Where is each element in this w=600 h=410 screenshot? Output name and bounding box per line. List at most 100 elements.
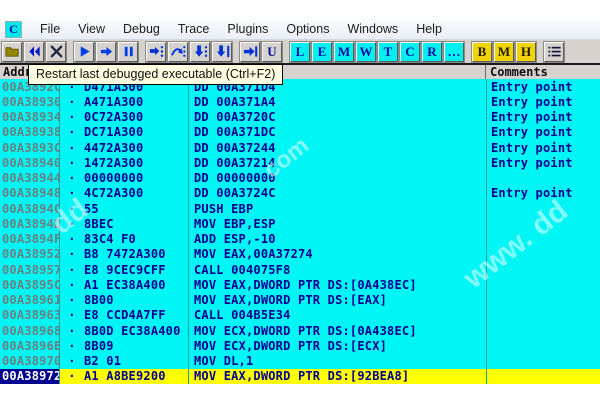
memory-window-button[interactable]: M bbox=[334, 42, 354, 62]
threads-window-button[interactable]: T bbox=[378, 42, 398, 62]
log-window-button[interactable]: L bbox=[290, 42, 310, 62]
step-over-button[interactable] bbox=[168, 42, 188, 62]
restart-tooltip: Restart last debugged executable (Ctrl+F… bbox=[28, 64, 283, 85]
row-address: 00A38948 bbox=[0, 186, 59, 201]
row-command: MOV EAX,DWORD PTR DS:[92BEA8] bbox=[188, 369, 486, 384]
disassembly-row[interactable]: 00A38938 · DC71A300 DD 00A371DC Entry po… bbox=[0, 125, 600, 140]
run-to-return-button[interactable] bbox=[240, 42, 260, 62]
row-hex-text: A471A300 bbox=[84, 95, 143, 109]
trace-over-button[interactable] bbox=[212, 42, 232, 62]
windows-window-button[interactable]: W bbox=[356, 42, 376, 62]
log-window-label: L bbox=[296, 44, 305, 60]
menu-options[interactable]: Options bbox=[277, 20, 338, 38]
row-address: 00A3896E bbox=[0, 338, 59, 353]
menu-trace[interactable]: Trace bbox=[169, 20, 219, 38]
disassembly-row[interactable]: 00A38952 · B8 7472A300 MOV EAX,00A37274 bbox=[0, 247, 600, 262]
hardware-bp-window-button[interactable]: H bbox=[516, 42, 536, 62]
disassembly-row[interactable]: 00A38961 · 8B00 MOV EAX,DWORD PTR DS:[EA… bbox=[0, 293, 600, 308]
row-bullet: · bbox=[66, 263, 78, 277]
disassembly-row[interactable]: 00A38968 · 8B0D EC38A400 MOV ECX,DWORD P… bbox=[0, 323, 600, 338]
menu-help[interactable]: Help bbox=[407, 20, 451, 38]
row-comment bbox=[486, 277, 600, 292]
row-comment bbox=[486, 262, 600, 277]
run-button[interactable] bbox=[74, 42, 94, 62]
row-command: ADD ESP,-10 bbox=[188, 232, 486, 247]
row-bullet: · bbox=[66, 369, 78, 383]
disassembly-row[interactable]: 00A38972 · A1 A8BE9200 MOV EAX,DWORD PTR… bbox=[0, 369, 600, 384]
row-comment bbox=[486, 293, 600, 308]
row-hex-dump: · 0C72A300 bbox=[59, 110, 188, 125]
disassembly-row[interactable]: 00A38930 · A471A300 DD 00A371A4 Entry po… bbox=[0, 94, 600, 109]
row-hex-dump: · 55 bbox=[59, 201, 188, 216]
disassembly-row[interactable]: 00A38970 · B2 01 MOV DL,1 bbox=[0, 354, 600, 369]
menu-view[interactable]: View bbox=[69, 20, 114, 38]
disassembly-row[interactable]: 00A3893C · 4472A300 DD 00A37244 Entry po… bbox=[0, 140, 600, 155]
row-hex-text: 8B09 bbox=[84, 339, 114, 353]
row-address: 00A38930 bbox=[0, 94, 59, 109]
toolbar-window-group: L E M W T C R … bbox=[290, 42, 464, 62]
open-file-icon bbox=[5, 44, 20, 59]
row-address: 00A3895C bbox=[0, 277, 59, 292]
windows-list-icon bbox=[547, 44, 562, 59]
close-button[interactable] bbox=[46, 42, 66, 62]
disassembly-row[interactable]: 00A38934 · 0C72A300 DD 00A3720C Entry po… bbox=[0, 110, 600, 125]
disassembly-row[interactable]: 00A38957 · E8 9CEC9CFF CALL 004075F8 bbox=[0, 262, 600, 277]
step-into-button[interactable] bbox=[146, 42, 166, 62]
row-hex-dump: · A1 EC38A400 bbox=[59, 277, 188, 292]
cpu-window-label: C bbox=[405, 44, 414, 60]
disassembly-row[interactable]: 00A3894D · 8BEC MOV EBP,ESP bbox=[0, 216, 600, 231]
row-hex-dump: · 8BEC bbox=[59, 216, 188, 231]
row-address: 00A3894F bbox=[0, 232, 59, 247]
row-comment: Entry point bbox=[486, 186, 600, 201]
row-bullet: · bbox=[66, 339, 78, 353]
pause-button[interactable] bbox=[118, 42, 138, 62]
row-hex-dump: · 1472A300 bbox=[59, 155, 188, 170]
arrow-right-icon bbox=[99, 44, 114, 59]
executables-window-button[interactable]: E bbox=[312, 42, 332, 62]
row-bullet: · bbox=[66, 141, 78, 155]
row-bullet: · bbox=[66, 293, 78, 307]
toolbar-list-group bbox=[544, 42, 564, 62]
row-hex-text: 00000000 bbox=[84, 171, 143, 185]
menu-debug[interactable]: Debug bbox=[114, 20, 169, 38]
debugger-window: C File View Debug Trace Plugins Options … bbox=[0, 0, 600, 410]
menu-plugins[interactable]: Plugins bbox=[218, 20, 277, 38]
more-windows-button[interactable]: … bbox=[444, 42, 464, 62]
run-to-user-code-button[interactable]: U bbox=[262, 42, 282, 62]
restart-button[interactable] bbox=[24, 42, 44, 62]
open-file-button[interactable] bbox=[2, 42, 22, 62]
cpu-window-icon[interactable]: C bbox=[5, 21, 22, 38]
row-command: DD 00A37244 bbox=[188, 140, 486, 155]
row-bullet: · bbox=[66, 156, 78, 170]
memory-bp-window-button[interactable]: M bbox=[494, 42, 514, 62]
row-hex-dump: · B2 01 bbox=[59, 354, 188, 369]
trace-into-button[interactable] bbox=[190, 42, 210, 62]
row-command: DD 00000000 bbox=[188, 171, 486, 186]
row-hex-dump: · 8B0D EC38A400 bbox=[59, 323, 188, 338]
disassembly-row[interactable]: 00A38944 · 00000000 DD 00000000 bbox=[0, 171, 600, 186]
disassembly-row[interactable]: 00A38963 · E8 CCD4A7FF CALL 004B5E34 bbox=[0, 308, 600, 323]
row-bullet: · bbox=[66, 217, 78, 231]
run-thread-button[interactable] bbox=[96, 42, 116, 62]
row-hex-text: 8B0D EC38A400 bbox=[84, 324, 181, 338]
cpu-window-button[interactable]: C bbox=[400, 42, 420, 62]
disassembly-row[interactable]: 00A3896E · 8B09 MOV ECX,DWORD PTR DS:[EC… bbox=[0, 338, 600, 353]
disassembly-row[interactable]: 00A3894C · 55 PUSH EBP bbox=[0, 201, 600, 216]
disassembly-row[interactable]: 00A38948 · 4C72A300 DD 00A3724C Entry po… bbox=[0, 186, 600, 201]
row-hex-text: 83C4 F0 bbox=[84, 232, 136, 246]
row-command: MOV DL,1 bbox=[188, 354, 486, 369]
windows-window-label: W bbox=[360, 44, 373, 60]
breakpoints-window-button[interactable]: B bbox=[472, 42, 492, 62]
disassembly-row[interactable]: 00A3894F · 83C4 F0 ADD ESP,-10 bbox=[0, 232, 600, 247]
references-window-button[interactable]: R bbox=[422, 42, 442, 62]
disassembly-row[interactable]: 00A38940 · 1472A300 DD 00A37214 Entry po… bbox=[0, 155, 600, 170]
row-bullet: · bbox=[66, 125, 78, 139]
row-address: 00A38961 bbox=[0, 293, 59, 308]
row-command: MOV EBP,ESP bbox=[188, 216, 486, 231]
menu-file[interactable]: File bbox=[31, 20, 69, 38]
windows-list-button[interactable] bbox=[544, 42, 564, 62]
row-command: CALL 004075F8 bbox=[188, 262, 486, 277]
disassembly-row[interactable]: 00A3895C · A1 EC38A400 MOV EAX,DWORD PTR… bbox=[0, 277, 600, 292]
menu-windows[interactable]: Windows bbox=[338, 20, 407, 38]
row-address: 00A3893C bbox=[0, 140, 59, 155]
